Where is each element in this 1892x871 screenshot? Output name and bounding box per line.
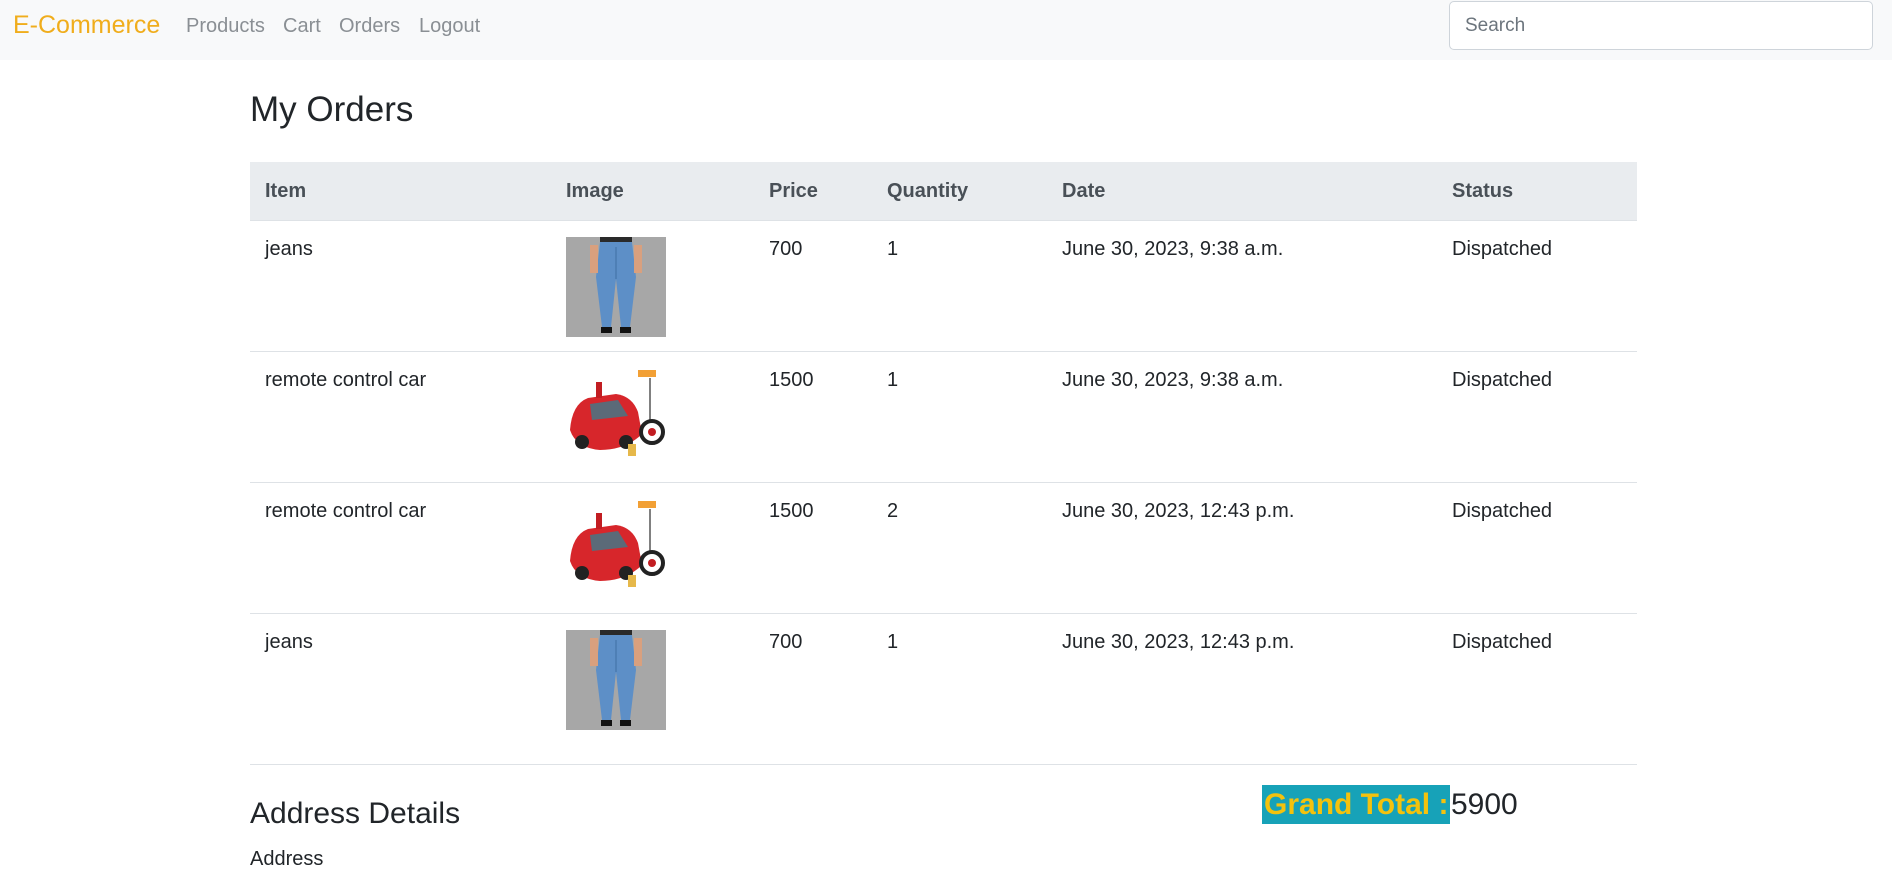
remote-control-car-image [566, 499, 666, 599]
cell-status: Dispatched [1452, 631, 1553, 653]
cell-item: jeans [265, 631, 313, 653]
table-row: remote control car 1500 2 June 30, 2023,… [250, 483, 1637, 614]
cell-quantity: 1 [887, 238, 899, 260]
table-row: remote control car 1500 1 June 30, 2023,… [250, 352, 1637, 483]
jeans-image [566, 630, 666, 730]
orders-table: Item Image Price Quantity Date Status je… [250, 162, 1637, 765]
cell-status: Dispatched [1452, 238, 1553, 260]
cell-price: 700 [769, 238, 803, 260]
navbar: E-Commerce Products Cart Orders Logout [0, 0, 1892, 60]
header-date: Date [1062, 180, 1106, 202]
nav-orders-link[interactable]: Orders [339, 15, 400, 38]
grand-total-label: Grand Total : [1262, 785, 1451, 824]
header-image: Image [566, 180, 624, 202]
cell-date: June 30, 2023, 12:43 p.m. [1062, 631, 1295, 653]
cell-item: remote control car [265, 369, 427, 391]
cell-price: 1500 [769, 369, 814, 391]
table-row: jeans 700 1 June 30, 2023, 12:43 p.m. Di… [250, 614, 1637, 765]
header-quantity: Quantity [887, 180, 969, 202]
nav-logout-link[interactable]: Logout [419, 15, 480, 38]
cell-date: June 30, 2023, 9:38 a.m. [1062, 238, 1284, 260]
cell-price: 1500 [769, 500, 814, 522]
brand-link[interactable]: E-Commerce [13, 11, 160, 40]
header-status: Status [1452, 180, 1514, 202]
cell-status: Dispatched [1452, 369, 1553, 391]
cell-item: jeans [265, 238, 313, 260]
cell-date: June 30, 2023, 9:38 a.m. [1062, 369, 1284, 391]
cell-price: 700 [769, 631, 803, 653]
jeans-image [566, 237, 666, 337]
address-details-heading: Address Details [250, 797, 461, 830]
header-item: Item [265, 180, 307, 202]
remote-control-car-image [566, 368, 666, 468]
address-label: Address [250, 848, 324, 870]
cell-item: remote control car [265, 500, 427, 522]
cell-status: Dispatched [1452, 500, 1553, 522]
cell-date: June 30, 2023, 12:43 p.m. [1062, 500, 1295, 522]
table-row: jeans 700 1 June 30, 2023, 9:38 a.m. Dis… [250, 221, 1637, 352]
nav-products-link[interactable]: Products [186, 15, 265, 38]
cell-quantity: 1 [887, 369, 899, 391]
header-price: Price [769, 180, 818, 202]
page-title: My Orders [250, 90, 414, 129]
cell-quantity: 2 [887, 500, 899, 522]
grand-total-value: 5900 [1451, 788, 1518, 821]
cell-quantity: 1 [887, 631, 899, 653]
nav-cart-link[interactable]: Cart [283, 15, 321, 38]
table-header: Item Image Price Quantity Date Status [250, 162, 1637, 221]
search-input[interactable] [1449, 1, 1873, 50]
